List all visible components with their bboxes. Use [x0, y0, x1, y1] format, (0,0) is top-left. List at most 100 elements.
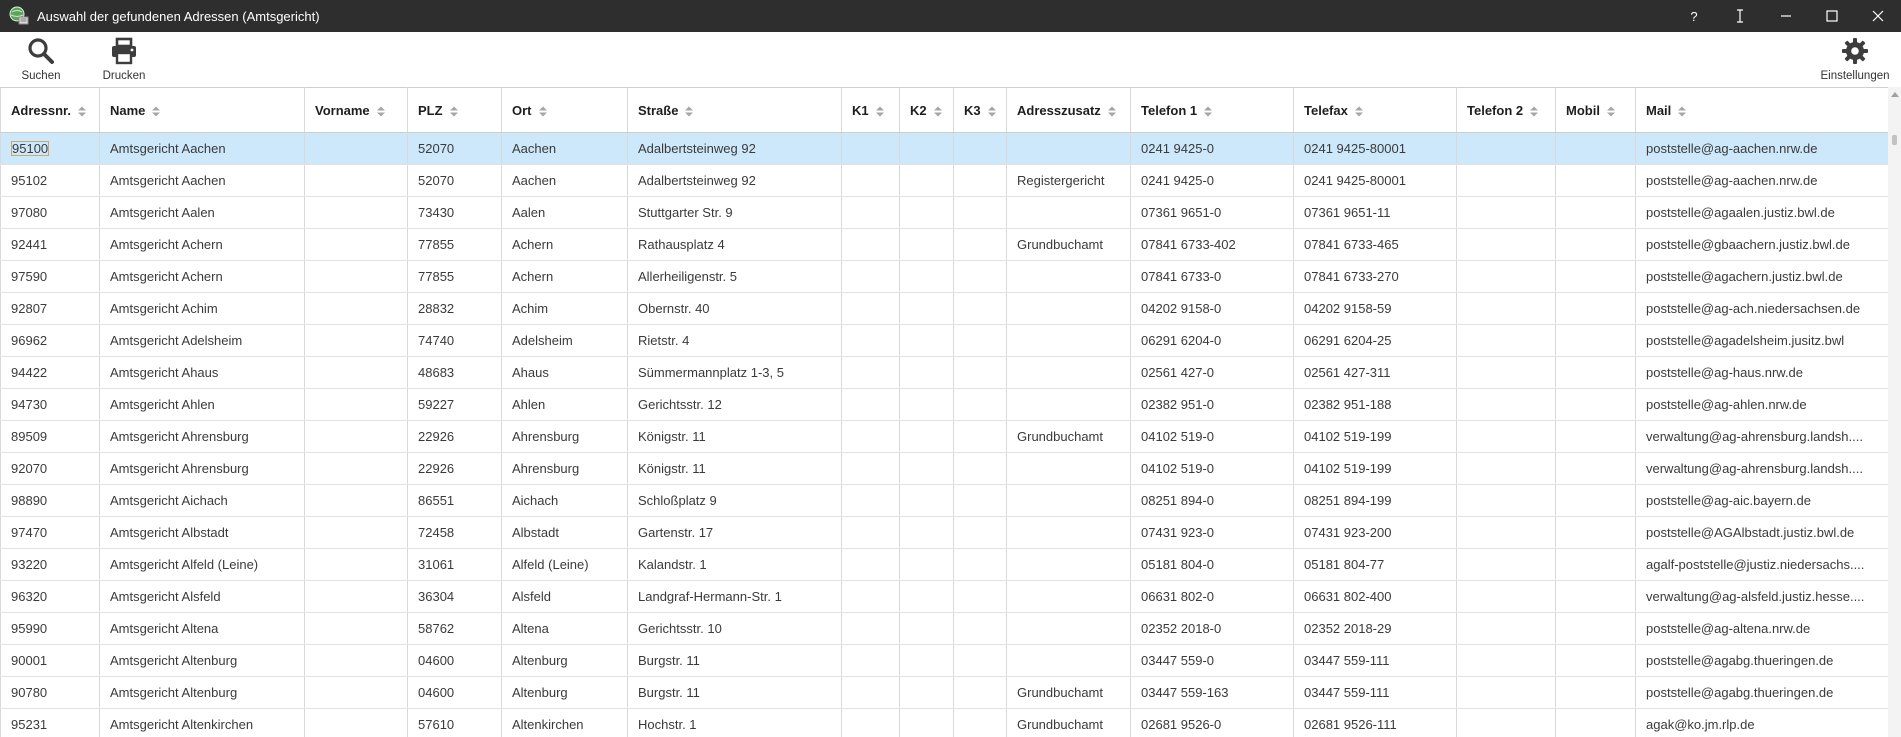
table-cell[interactable]: Achern: [501, 260, 628, 293]
table-cell[interactable]: 07431 923-0: [1130, 516, 1294, 549]
table-cell[interactable]: 04102 519-0: [1130, 452, 1294, 485]
table-cell[interactable]: 03447 559-163: [1130, 676, 1294, 709]
table-cell[interactable]: agak@ko.jm.rlp.de: [1635, 708, 1888, 737]
table-cell[interactable]: Ahaus: [501, 356, 628, 389]
table-cell[interactable]: verwaltung@ag-ahrensburg.landsh....: [1635, 452, 1888, 485]
table-cell[interactable]: Amtsgericht Altena: [99, 612, 305, 645]
table-cell[interactable]: Amtsgericht Achern: [99, 260, 305, 293]
table-cell[interactable]: Alsfeld: [501, 580, 628, 613]
table-cell[interactable]: [1555, 580, 1636, 613]
table-cell[interactable]: [1555, 356, 1636, 389]
table-cell[interactable]: Amtsgericht Adelsheim: [99, 324, 305, 357]
table-cell[interactable]: Aichach: [501, 484, 628, 517]
table-cell[interactable]: [1456, 452, 1556, 485]
table-cell[interactable]: [1555, 388, 1636, 421]
table-cell[interactable]: [1006, 516, 1131, 549]
table-cell[interactable]: [841, 676, 900, 709]
table-cell[interactable]: 95100: [0, 132, 100, 165]
table-cell[interactable]: [1456, 676, 1556, 709]
table-cell[interactable]: 90780: [0, 676, 100, 709]
table-cell[interactable]: 07431 923-200: [1293, 516, 1457, 549]
table-cell[interactable]: Allerheiligenstr. 5: [627, 260, 842, 293]
table-cell[interactable]: 94730: [0, 388, 100, 421]
table-cell[interactable]: Sümmermannplatz 1-3, 5: [627, 356, 842, 389]
table-cell[interactable]: 07841 6733-465: [1293, 228, 1457, 261]
print-button[interactable]: Drucken: [101, 36, 147, 82]
table-cell[interactable]: Grundbuchamt: [1006, 228, 1131, 261]
table-cell[interactable]: poststelle@ag-ach.niedersachsen.de: [1635, 292, 1888, 325]
table-cell[interactable]: poststelle@agachern.justiz.bwl.de: [1635, 260, 1888, 293]
table-cell[interactable]: [1006, 260, 1131, 293]
table-cell[interactable]: poststelle@ag-altena.nrw.de: [1635, 612, 1888, 645]
table-cell[interactable]: [899, 580, 954, 613]
table-cell[interactable]: [1006, 484, 1131, 517]
column-header[interactable]: Telefax: [1293, 87, 1457, 133]
table-cell[interactable]: 02382 951-0: [1130, 388, 1294, 421]
table-cell[interactable]: Gerichtsstr. 10: [627, 612, 842, 645]
table-row[interactable]: 92070 Amtsgericht Ahrensburg 22926 Ahrensbu…: [0, 452, 1888, 485]
table-cell[interactable]: [1555, 196, 1636, 229]
table-cell[interactable]: [953, 612, 1007, 645]
table-cell[interactable]: Amtsgericht Aichach: [99, 484, 305, 517]
table-cell[interactable]: 02382 951-188: [1293, 388, 1457, 421]
table-cell[interactable]: 06291 6204-25: [1293, 324, 1457, 357]
table-cell[interactable]: [899, 516, 954, 549]
sort-arrows-icon[interactable]: [933, 106, 942, 117]
table-cell[interactable]: Amtsgericht Altenburg: [99, 676, 305, 709]
column-header[interactable]: Vorname: [304, 87, 408, 133]
table-cell[interactable]: 04102 519-0: [1130, 420, 1294, 453]
table-cell[interactable]: Aachen: [501, 164, 628, 197]
table-cell[interactable]: [1456, 324, 1556, 357]
sort-arrows-icon[interactable]: [1354, 106, 1363, 117]
table-row[interactable]: 96962 Amtsgericht Adelsheim 74740 Adelsheim…: [0, 324, 1888, 357]
sort-arrows-icon[interactable]: [1678, 106, 1687, 117]
table-cell[interactable]: 04600: [407, 676, 502, 709]
table-cell[interactable]: 0241 9425-80001: [1293, 164, 1457, 197]
table-cell[interactable]: poststelle@ag-aachen.nrw.de: [1635, 164, 1888, 197]
table-cell[interactable]: [899, 164, 954, 197]
table-cell[interactable]: 97470: [0, 516, 100, 549]
sort-arrows-icon[interactable]: [1606, 106, 1615, 117]
table-cell[interactable]: 96962: [0, 324, 100, 357]
table-cell[interactable]: Grundbuchamt: [1006, 708, 1131, 737]
table-cell[interactable]: [953, 580, 1007, 613]
table-cell[interactable]: [304, 708, 408, 737]
table-cell[interactable]: [1555, 516, 1636, 549]
table-cell[interactable]: [1555, 132, 1636, 165]
sort-arrows-icon[interactable]: [685, 106, 694, 117]
table-cell[interactable]: Amtsgericht Alfeld (Leine): [99, 548, 305, 581]
table-row[interactable]: 95231 Amtsgericht Altenkirchen 57610 Altenk…: [0, 708, 1888, 737]
table-cell[interactable]: poststelle@gbaachern.justiz.bwl.de: [1635, 228, 1888, 261]
table-cell[interactable]: 58762: [407, 612, 502, 645]
table-cell[interactable]: [953, 324, 1007, 357]
table-cell[interactable]: 94422: [0, 356, 100, 389]
table-cell[interactable]: Amtsgericht Achern: [99, 228, 305, 261]
table-cell[interactable]: [304, 132, 408, 165]
table-cell[interactable]: Landgraf-Hermann-Str. 1: [627, 580, 842, 613]
table-cell[interactable]: poststelle@agabg.thueringen.de: [1635, 644, 1888, 677]
sort-arrows-icon[interactable]: [77, 106, 86, 117]
table-cell[interactable]: poststelle@agabg.thueringen.de: [1635, 676, 1888, 709]
table-cell[interactable]: 08251 894-0: [1130, 484, 1294, 517]
table-cell[interactable]: [304, 260, 408, 293]
table-cell[interactable]: [841, 548, 900, 581]
table-cell[interactable]: [1456, 484, 1556, 517]
table-cell[interactable]: 07841 6733-270: [1293, 260, 1457, 293]
table-cell[interactable]: [1006, 132, 1131, 165]
table-cell[interactable]: 02352 2018-29: [1293, 612, 1457, 645]
maximize-button[interactable]: [1809, 0, 1855, 32]
table-cell[interactable]: [953, 420, 1007, 453]
table-cell[interactable]: [953, 548, 1007, 581]
table-cell[interactable]: [1555, 164, 1636, 197]
table-row[interactable]: 89509 Amtsgericht Ahrensburg 22926 Ahrensbu…: [0, 420, 1888, 453]
table-row[interactable]: 95990 Amtsgericht Altena 58762 Altena Gerich…: [0, 612, 1888, 645]
table-cell[interactable]: [304, 452, 408, 485]
table-cell[interactable]: [304, 644, 408, 677]
table-row[interactable]: 93220 Amtsgericht Alfeld (Leine) 31061 Alfe…: [0, 548, 1888, 581]
table-cell[interactable]: [841, 132, 900, 165]
table-row[interactable]: 96320 Amtsgericht Alsfeld 36304 Alsfeld Land…: [0, 580, 1888, 613]
table-cell[interactable]: 93220: [0, 548, 100, 581]
table-cell[interactable]: [1456, 644, 1556, 677]
table-row[interactable]: 90001 Amtsgericht Altenburg 04600 Altenburg…: [0, 644, 1888, 677]
table-cell[interactable]: 90001: [0, 644, 100, 677]
